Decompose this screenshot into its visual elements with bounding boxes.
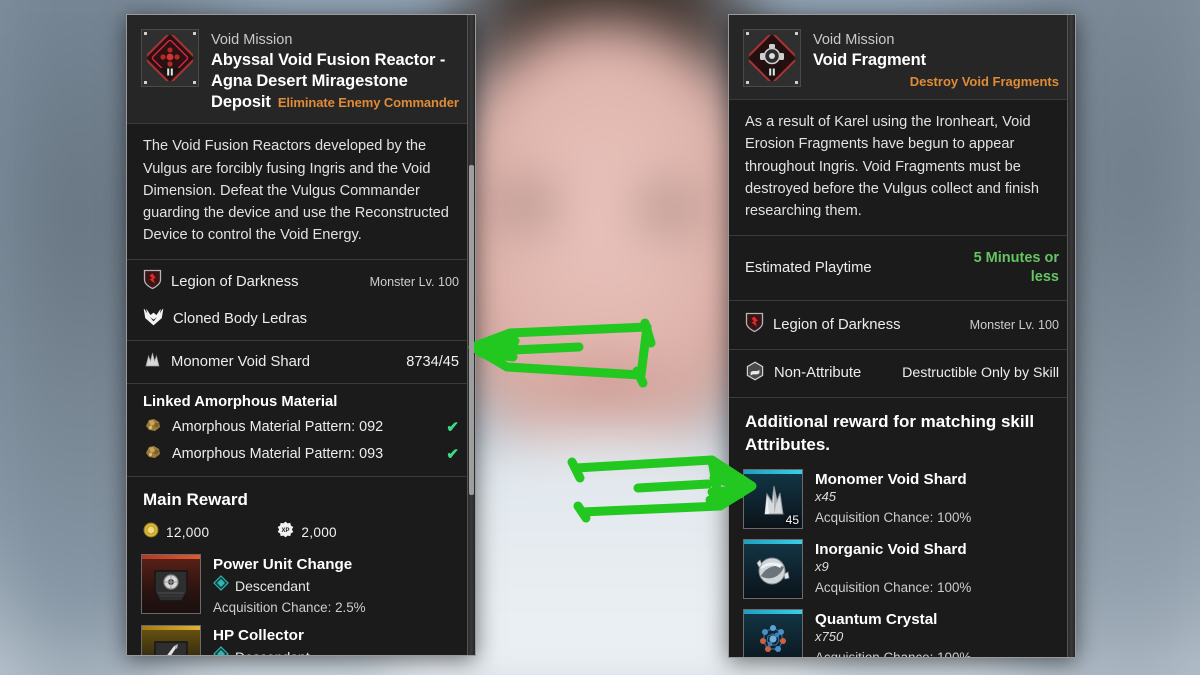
mission-title: Abyssal Void Fusion Reactor - Agna Deser… [211, 50, 459, 113]
consumable-count: 8734/45 [406, 354, 459, 371]
void-mission-detail-panel-left[interactable]: Void Mission Abyssal Void Fusion Reactor… [126, 14, 476, 656]
consumable-row: Monomer Void Shard 8734/45 [127, 341, 475, 383]
mission-description: As a result of Karel using the Ironheart… [745, 114, 1039, 219]
mission-kind-label: Void Mission [211, 32, 293, 48]
main-reward-title: Main Reward [143, 490, 248, 510]
playtime-value: 5 Minutes or less [973, 250, 1059, 285]
reward-tier: Descendant [235, 577, 310, 594]
linked-material-item[interactable]: Amorphous Material Pattern: 093 ✔ [127, 440, 475, 467]
enemy-label: Cloned Body Ledras [173, 311, 308, 328]
inorganic-void-shard-icon [743, 538, 803, 599]
reward-name: Power Unit Change [213, 556, 353, 574]
monomer-void-shard-icon: 45 [743, 468, 803, 529]
mission-objective-label: Destroy Void Fragments [909, 74, 1059, 90]
linked-material-label: Amorphous Material Pattern: 092 [172, 418, 384, 435]
reward-name: Inorganic Void Shard [815, 540, 967, 558]
faction-row: Legion of Darkness Monster Lv. 100 [729, 301, 1075, 349]
playtime-row: Estimated Playtime 5 Minutes or less [729, 236, 1075, 300]
faction-row: Legion of Darkness Monster Lv. 100 [127, 260, 475, 301]
xp-currency: XP 2,000 [277, 521, 337, 543]
faction-label: Legion of Darkness [171, 274, 299, 291]
reward-name: Monomer Void Shard [815, 470, 967, 488]
xp-badge-icon: XP [277, 521, 294, 543]
attribute-label: Non-Attribute [774, 365, 862, 382]
left-mission-header: Void Mission Abyssal Void Fusion Reactor… [127, 15, 475, 124]
reward-chance: Acquisition Chance: 100% [815, 579, 972, 595]
gold-coin-icon [143, 522, 159, 543]
amorphous-material-icon [143, 442, 163, 465]
gold-value: 12,000 [166, 524, 210, 540]
void-mission-reactor-icon [141, 29, 199, 87]
reward-chance: Acquisition Chance: 100% [815, 509, 972, 525]
reward-chance: Acquisition Chance: 100% [815, 649, 972, 658]
amorphous-material-icon [143, 415, 163, 438]
shield-crest-icon [745, 312, 764, 338]
horned-skull-icon [143, 307, 164, 331]
void-mission-detail-panel-right[interactable]: Void Mission Void Fragment Destroy Void … [728, 14, 1076, 658]
non-attribute-hex-icon [745, 361, 765, 386]
reward-item[interactable]: Quantum Crystal x750 Acquisition Chance:… [729, 604, 1075, 658]
gold-currency: 12,000 [143, 522, 209, 543]
reward-quantity: x750 [815, 628, 844, 644]
screenshot-stage: Void Mission Abyssal Void Fusion Reactor… [0, 0, 1200, 675]
reward-quantity: x9 [815, 558, 829, 574]
reward-chance: Acquisition Chance: 2.5% [213, 600, 366, 616]
linked-material-label: Amorphous Material Pattern: 093 [172, 445, 384, 462]
reward-name: HP Collector [213, 627, 304, 645]
mission-title-text: Void Fragment [813, 51, 926, 70]
attribute-value: Destructible Only by Skill [902, 365, 1059, 382]
svg-text:XP: XP [282, 528, 290, 534]
mission-description: The Void Fusion Reactors developed by th… [143, 138, 449, 244]
void-mission-fragment-icon [743, 29, 801, 87]
consumable-label: Monomer Void Shard [171, 354, 311, 371]
mission-kind-label: Void Mission [813, 32, 895, 48]
check-icon: ✔ [446, 445, 459, 463]
descendant-diamond-icon [213, 575, 229, 596]
linked-material-title: Linked Amorphous Material [143, 394, 338, 411]
right-mission-header: Void Mission Void Fragment Destroy Void … [729, 15, 1075, 100]
reward-item[interactable]: 45 Monomer Void Shard x45 Acquisition Ch… [729, 464, 1075, 534]
descendant-diamond-icon [213, 646, 229, 655]
hp-collector-module-icon [141, 625, 201, 655]
reward-quantity: x45 [815, 488, 836, 504]
void-shard-icon [143, 350, 162, 374]
xp-value: 2,000 [301, 524, 337, 540]
reward-item[interactable]: HP Collector Descendant Acquisition Chan… [127, 620, 475, 655]
left-panel-scrollbar-thumb[interactable] [469, 165, 474, 495]
power-unit-change-module-icon [141, 554, 201, 615]
reward-item[interactable]: Power Unit Change Descendant Acquisition… [127, 549, 475, 620]
reward-tier: Descendant [235, 649, 310, 655]
check-icon: ✔ [446, 418, 459, 436]
shield-crest-icon [143, 269, 162, 295]
additional-reward-title: Additional reward for matching skill Att… [745, 411, 1035, 454]
reward-thumb-quantity: 45 [785, 512, 799, 527]
playtime-label: Estimated Playtime [745, 259, 872, 276]
enemy-row: Cloned Body Ledras [127, 301, 475, 340]
linked-material-item[interactable]: Amorphous Material Pattern: 092 ✔ [127, 413, 475, 440]
currency-row: 12,000 XP 2,000 [127, 515, 475, 549]
monster-level-value: Monster Lv. 100 [969, 317, 1059, 332]
reward-name: Quantum Crystal [815, 610, 938, 628]
mission-objective-label: Eliminate Enemy Commander [277, 95, 459, 111]
reward-item[interactable]: Inorganic Void Shard x9 Acquisition Chan… [729, 534, 1075, 604]
faction-label: Legion of Darkness [773, 316, 901, 333]
monster-level-value: Monster Lv. 100 [369, 275, 459, 290]
quantum-crystal-icon [743, 608, 803, 657]
attribute-row: Non-Attribute Destructible Only by Skill [729, 350, 1075, 397]
